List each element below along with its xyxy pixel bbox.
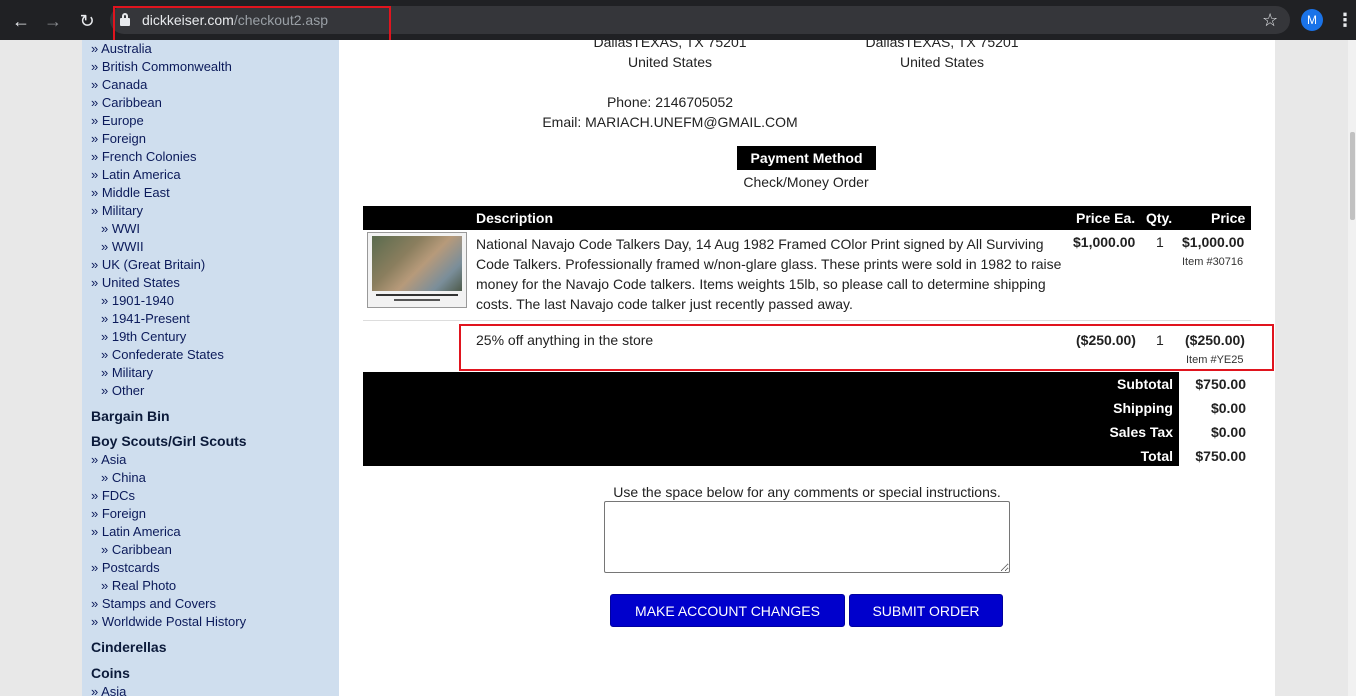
sidebar-item[interactable]: » Canada — [91, 77, 147, 92]
sidebar-item[interactable]: » WWI — [101, 221, 140, 236]
subtotal-value: $750.00 — [1195, 376, 1246, 392]
sidebar-item[interactable]: » UK (Great Britain) — [91, 257, 205, 272]
item-price: $1,000.00 — [1182, 234, 1245, 250]
sidebar-item[interactable]: » Asia — [91, 452, 126, 467]
item-qty: 1 — [1156, 234, 1164, 250]
sidebar-item[interactable]: » British Commonwealth — [91, 59, 232, 74]
col-qty: Qty. — [1146, 210, 1173, 226]
col-price: Price — [1211, 210, 1246, 226]
sidebar-item[interactable]: » 19th Century — [101, 329, 186, 344]
scrollbar-thumb[interactable] — [1350, 132, 1355, 220]
sidebar-item[interactable]: » Foreign — [91, 131, 146, 146]
category-sidebar: » Australia » British Commonwealth » Canad… — [82, 40, 339, 696]
sidebar-item[interactable]: » Real Photo — [101, 578, 176, 593]
subtotal-label: Subtotal — [1117, 376, 1173, 392]
sidebar-heading-bargain-bin[interactable]: Bargain Bin — [91, 408, 170, 424]
col-price-each: Price Ea. — [1076, 210, 1136, 226]
col-description: Description — [476, 210, 554, 226]
page-margin-left — [0, 40, 82, 696]
sidebar-item[interactable]: » Worldwide Postal History — [91, 614, 246, 629]
make-account-changes-button[interactable]: MAKE ACCOUNT CHANGES — [610, 594, 845, 627]
sidebar-item[interactable]: » Military — [101, 365, 153, 380]
sidebar-heading-coins[interactable]: Coins — [91, 665, 130, 681]
sidebar-item[interactable]: » FDCs — [91, 488, 135, 503]
sidebar-item[interactable]: » United States — [91, 275, 180, 290]
submit-order-button[interactable]: SUBMIT ORDER — [849, 594, 1003, 627]
sidebar-item[interactable]: » Latin America — [91, 167, 181, 182]
sidebar-item[interactable]: » Other — [101, 383, 144, 398]
payment-method-value: Check/Money Order — [743, 174, 869, 190]
sidebar-item[interactable]: » Caribbean — [91, 95, 162, 110]
reload-icon[interactable]: ↻ — [75, 9, 99, 33]
shipping-label: Shipping — [1113, 400, 1173, 416]
shipping-value: $0.00 — [1210, 400, 1246, 416]
sidebar-item[interactable]: » China — [101, 470, 146, 485]
payment-method-heading: Payment Method — [737, 146, 876, 170]
menu-icon[interactable]: ⋮ — [1336, 9, 1354, 31]
sidebar-item-coins-asia[interactable]: » Asia — [91, 684, 126, 696]
url-highlight-box — [113, 6, 391, 42]
sidebar-item[interactable]: » Postcards — [91, 560, 160, 575]
sidebar-item[interactable]: » Caribbean — [101, 542, 172, 557]
comments-label: Use the space below for any comments or … — [613, 484, 1001, 500]
profile-avatar[interactable]: M — [1301, 9, 1323, 31]
forward-icon[interactable]: → — [41, 9, 65, 33]
order-table-header: Description Price Ea. Qty. Price — [363, 206, 1251, 230]
bookmark-star-icon[interactable]: ☆ — [1262, 9, 1278, 31]
coupon-highlight-box — [459, 324, 1274, 371]
sidebar-item[interactable]: » Military — [91, 203, 143, 218]
sidebar-item[interactable]: » Australia — [91, 41, 152, 56]
sidebar-item[interactable]: » Latin America — [91, 524, 181, 539]
sidebar-heading-cinderellas[interactable]: Cinderellas — [91, 639, 166, 655]
sidebar-item[interactable]: » 1941-Present — [101, 311, 190, 326]
sidebar-item[interactable]: » Stamps and Covers — [91, 596, 216, 611]
row-divider — [363, 320, 1251, 321]
sidebar-heading-scouts[interactable]: Boy Scouts/Girl Scouts — [91, 433, 247, 449]
email-text: Email: MARIACH.UNEFM@GMAIL.COM — [542, 114, 798, 130]
phone-text: Phone: 2146705052 — [606, 94, 734, 110]
item-price-each: $1,000.00 — [1073, 234, 1136, 250]
shipping-country: United States — [899, 54, 985, 70]
sidebar-item[interactable]: » Europe — [91, 113, 144, 128]
product-thumbnail[interactable] — [367, 232, 467, 308]
sales-tax-label: Sales Tax — [1109, 424, 1173, 440]
sidebar-item[interactable]: » 1901-1940 — [101, 293, 174, 308]
sidebar-item[interactable]: » Foreign — [91, 506, 146, 521]
total-value: $750.00 — [1195, 448, 1246, 464]
sales-tax-value: $0.00 — [1210, 424, 1246, 440]
item-description: National Navajo Code Talkers Day, 14 Aug… — [476, 236, 1062, 312]
sidebar-item[interactable]: » Confederate States — [101, 347, 224, 362]
comments-textarea[interactable] — [604, 501, 1010, 573]
total-label: Total — [1140, 448, 1173, 464]
billing-country: United States — [627, 54, 713, 70]
back-icon[interactable]: ← — [9, 9, 33, 33]
page-margin-right — [1275, 40, 1348, 696]
item-number: Item #30716 — [1182, 256, 1244, 268]
sidebar-item[interactable]: » WWII — [101, 239, 144, 254]
sidebar-item[interactable]: » French Colonies — [91, 149, 197, 164]
sidebar-item[interactable]: » Middle East — [91, 185, 170, 200]
totals-bar — [363, 372, 1179, 466]
